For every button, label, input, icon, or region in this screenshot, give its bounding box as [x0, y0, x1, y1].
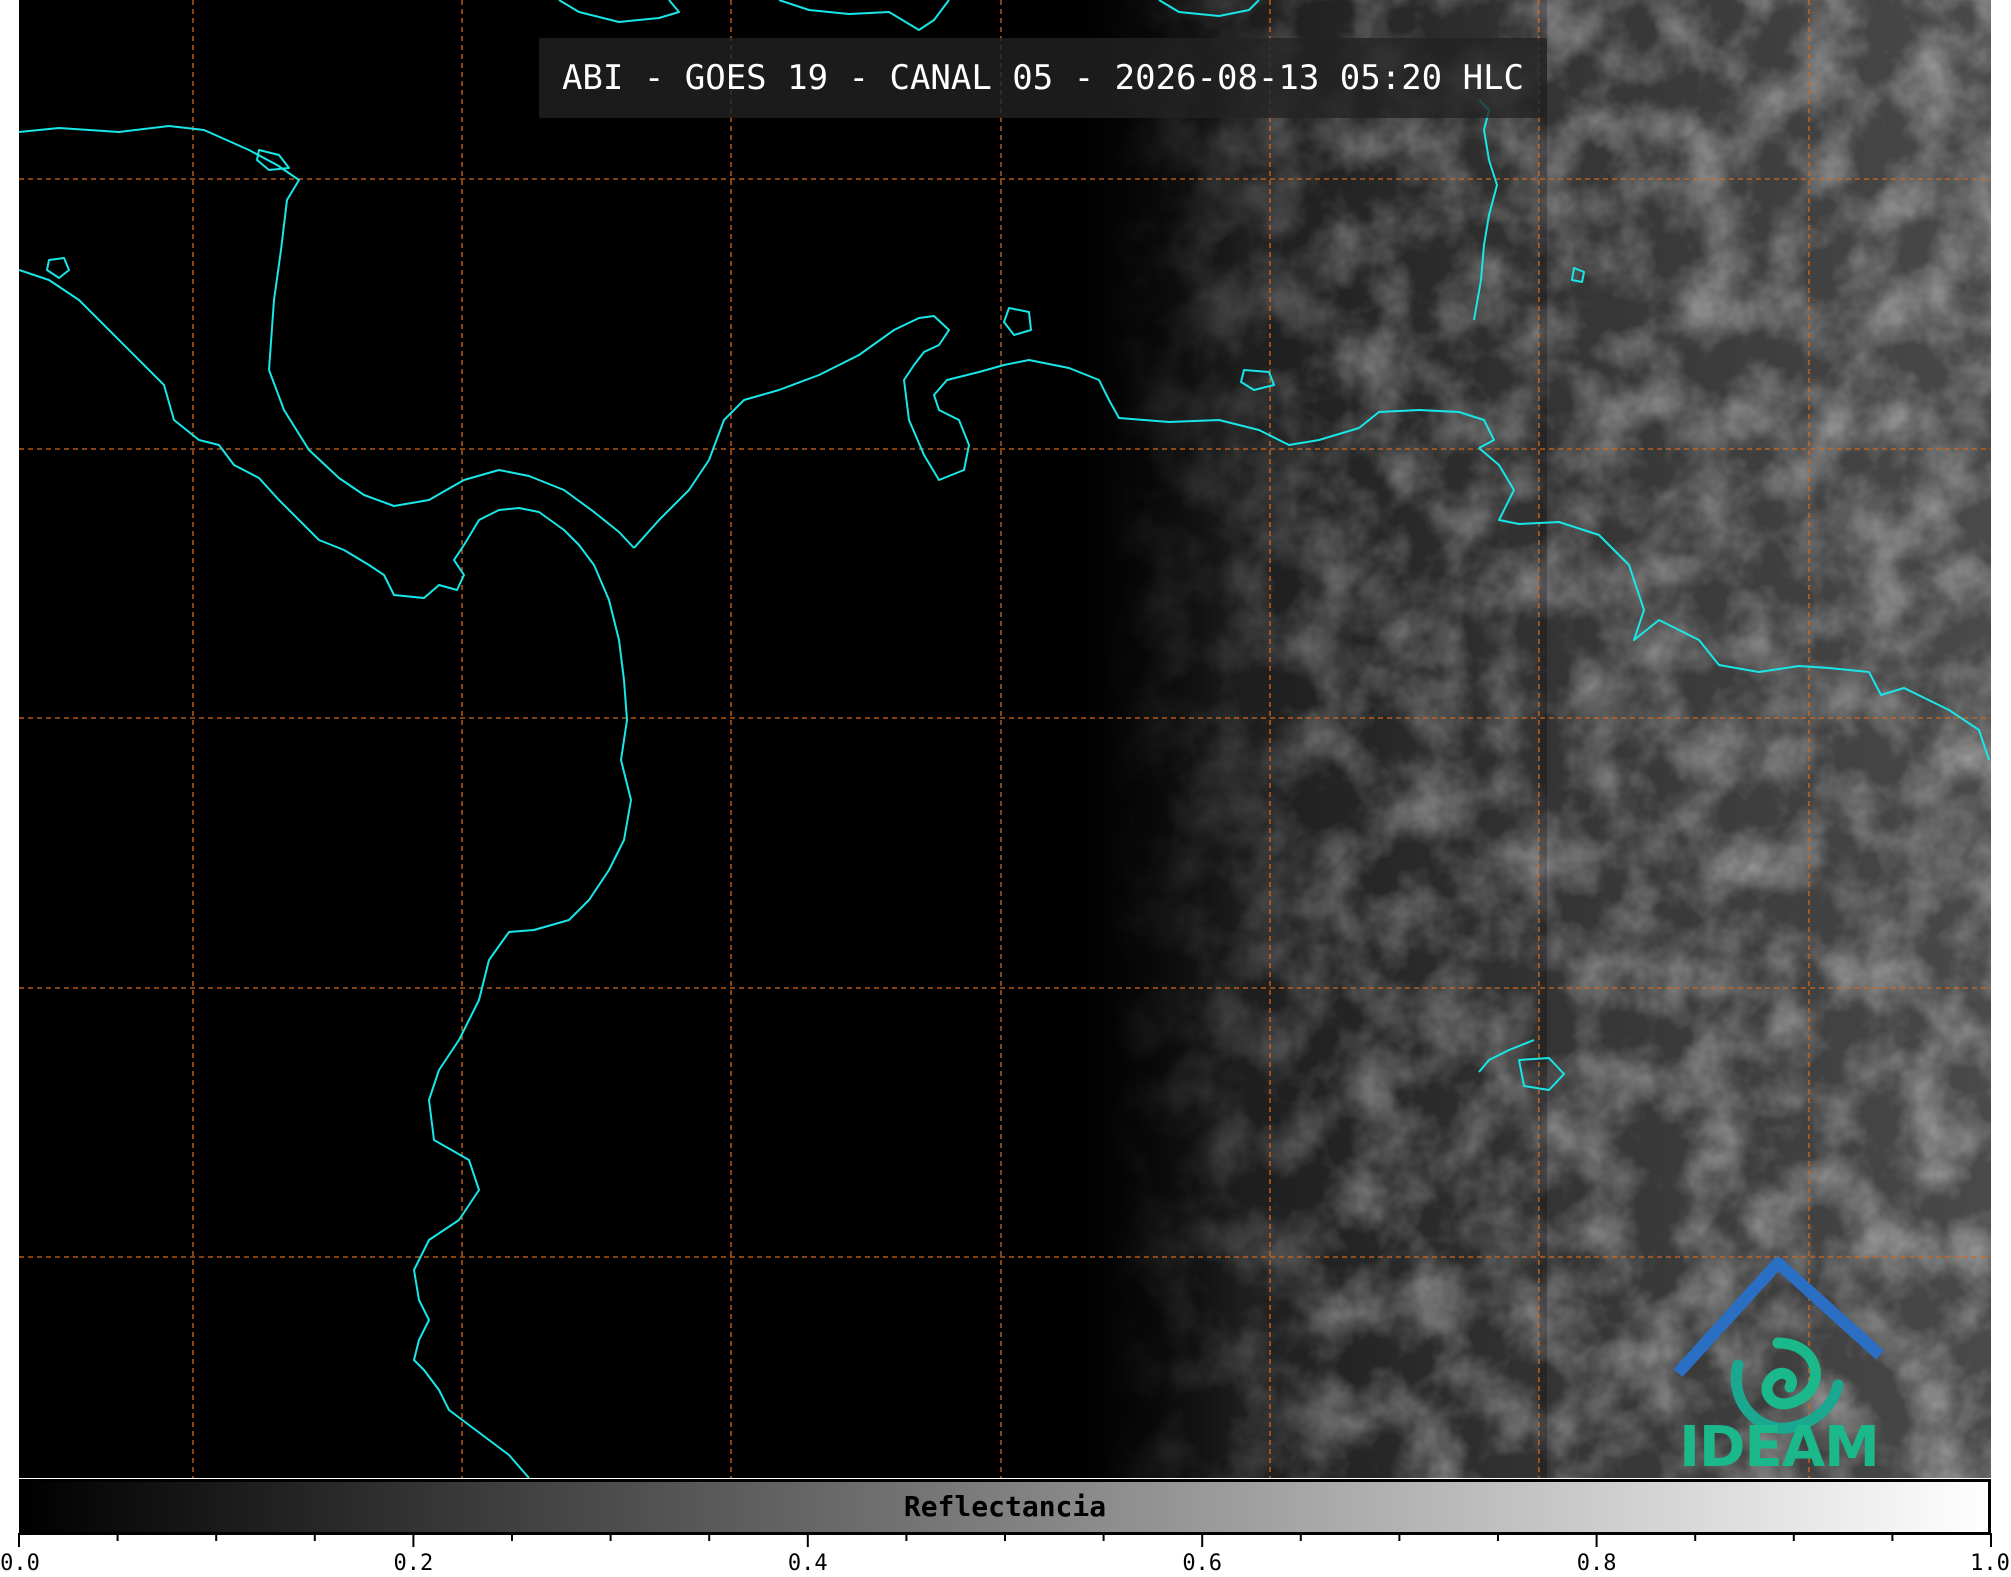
colorbar-ticks — [18, 1533, 1992, 1547]
colorbar-tick-label: 0.4 — [787, 1551, 828, 1576]
imagery-seam — [1539, 0, 1547, 1478]
map-title-box: ABI - GOES 19 - CANAL 05 - 2026-08-13 05… — [539, 38, 1547, 118]
ideam-logo-text: IDEAM — [1679, 1415, 1880, 1480]
colorbar-tick-label: 0.2 — [393, 1551, 434, 1576]
colorbar-tick-label: 0.6 — [1182, 1551, 1223, 1576]
colorbar-tick-label: 1.0 — [1970, 1551, 2010, 1576]
colorbar-label: Reflectancia — [903, 1490, 1107, 1523]
logo-swirl — [1761, 1337, 1821, 1410]
colorbar-tick-label: 0.8 — [1576, 1551, 1617, 1576]
colorbar-tick-label: 0.0 — [0, 1551, 40, 1576]
map-title: ABI - GOES 19 - CANAL 05 - 2026-08-13 05… — [561, 58, 1525, 98]
colorbar: Reflectancia — [19, 1479, 1991, 1535]
logo-roof — [1673, 1257, 1885, 1378]
